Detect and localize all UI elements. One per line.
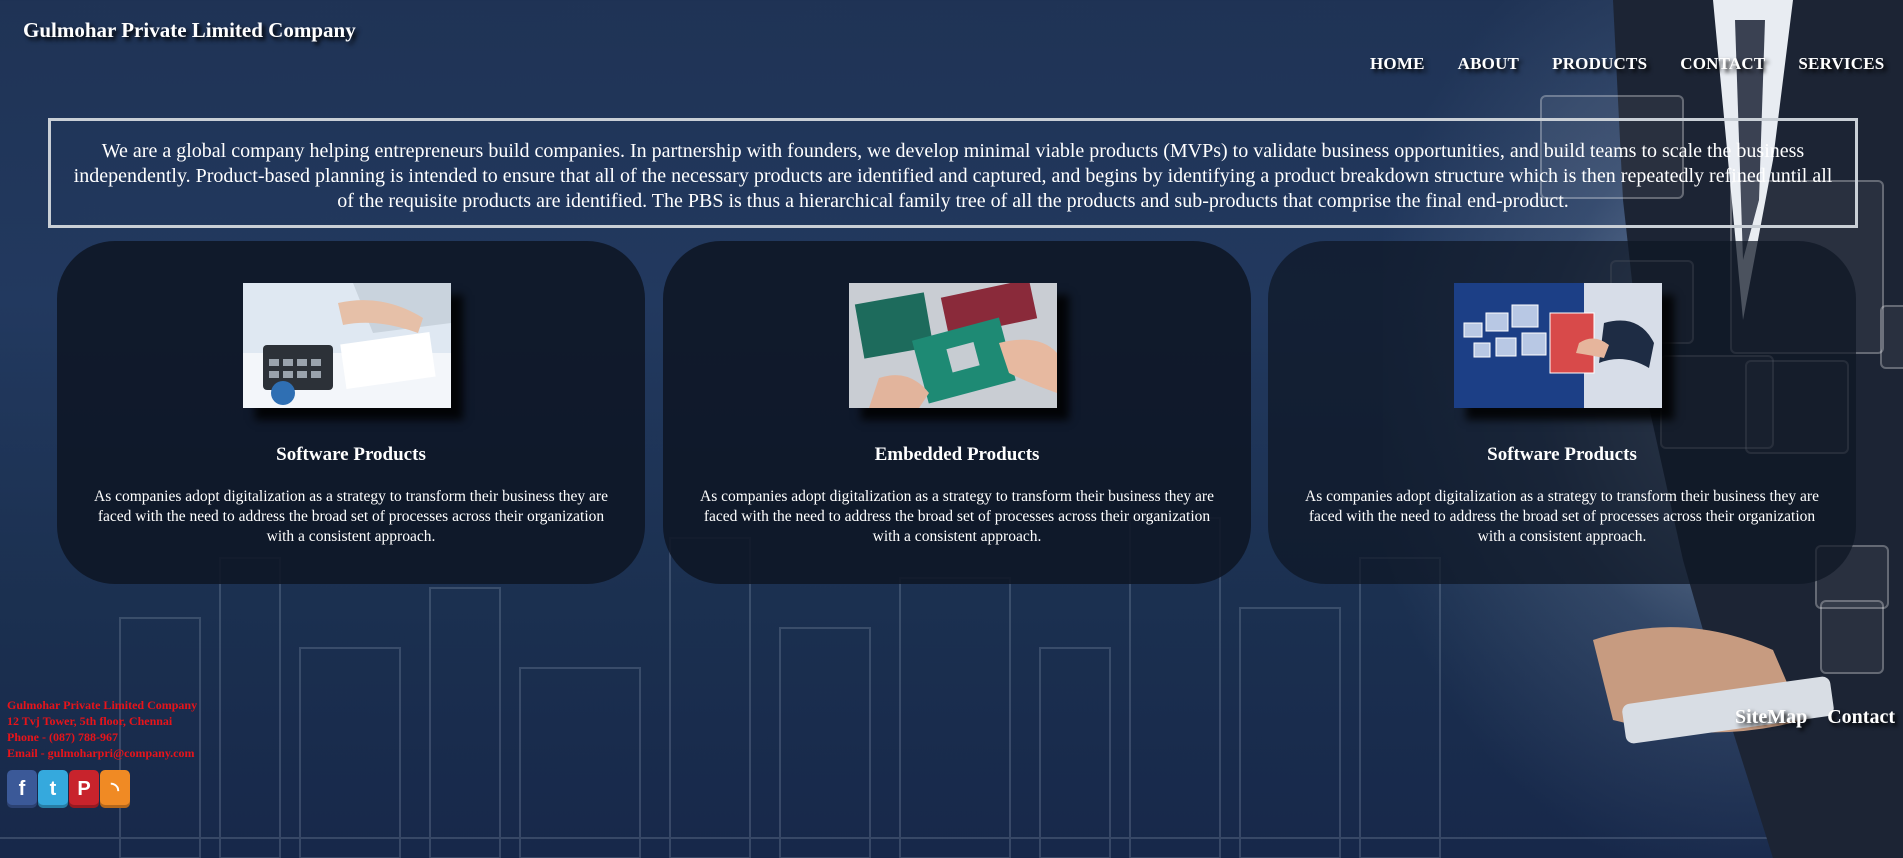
brand-title[interactable]: Gulmohar Private Limited Company bbox=[23, 18, 356, 43]
footer-phone: Phone - (087) 788-967 bbox=[7, 730, 118, 744]
nav-contact[interactable]: CONTACT bbox=[1680, 54, 1765, 74]
footer-links: SiteMap Contact bbox=[1735, 706, 1895, 729]
card-title: Embedded Products bbox=[874, 444, 1040, 465]
circuit-boards-photo bbox=[849, 283, 1057, 408]
twitter-icon[interactable]: t bbox=[38, 770, 68, 808]
footer-email[interactable]: Email - gulmoharpri@company.com bbox=[7, 745, 197, 761]
nav-home[interactable]: HOME bbox=[1370, 54, 1425, 74]
footer-contact-info: Gulmohar Private Limited Company 12 Tvj … bbox=[7, 697, 197, 761]
product-card-embedded: Embedded Products As companies adopt dig… bbox=[663, 241, 1251, 584]
nav-services[interactable]: SERVICES bbox=[1798, 54, 1884, 74]
office-desk-photo bbox=[243, 283, 451, 408]
card-description: As companies adopt digitalization as a s… bbox=[94, 488, 608, 545]
nav-products[interactable]: PRODUCTS bbox=[1552, 54, 1647, 74]
pinterest-icon[interactable]: P bbox=[69, 770, 99, 808]
about-text-box: We are a global company helping entrepre… bbox=[48, 118, 1858, 228]
card-description: As companies adopt digitalization as a s… bbox=[1305, 488, 1819, 545]
sitemap-link[interactable]: SiteMap bbox=[1735, 706, 1807, 729]
footer-contact-link[interactable]: Contact bbox=[1827, 706, 1895, 729]
product-card-software: Software Products As companies adopt dig… bbox=[57, 241, 645, 584]
about-text: We are a global company helping entrepre… bbox=[73, 140, 1833, 212]
card-title: Software Products bbox=[276, 444, 426, 465]
rss-icon[interactable]: ◝ bbox=[100, 770, 130, 808]
digital-screens-photo bbox=[1454, 283, 1662, 408]
social-links: f t P ◝ bbox=[7, 770, 130, 808]
product-card-software-2: Software Products As companies adopt dig… bbox=[1268, 241, 1856, 584]
card-title: Software Products bbox=[1487, 444, 1637, 465]
card-description: As companies adopt digitalization as a s… bbox=[700, 488, 1214, 545]
footer-address: 12 Tvj Tower, 5th floor, Chennai bbox=[7, 714, 173, 728]
footer-company: Gulmohar Private Limited Company bbox=[7, 698, 198, 712]
facebook-icon[interactable]: f bbox=[7, 770, 37, 808]
nav-about[interactable]: ABOUT bbox=[1458, 54, 1519, 74]
main-nav: HOME ABOUT PRODUCTS CONTACT SERVICES bbox=[1370, 54, 1884, 74]
